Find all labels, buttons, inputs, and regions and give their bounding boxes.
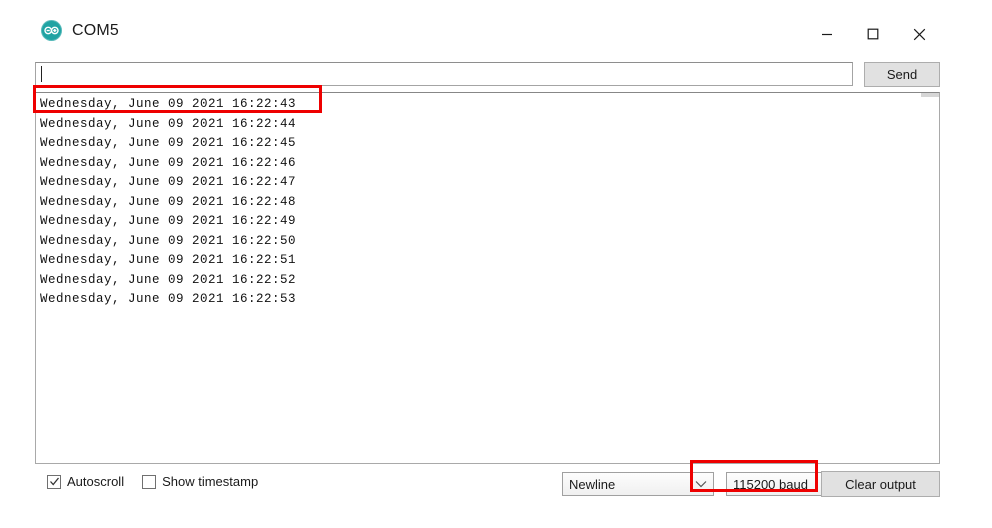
arduino-infinity-icon — [41, 20, 62, 41]
bottom-toolbar: Autoscroll Show timestamp Newline 115200… — [33, 468, 942, 502]
show-timestamp-label: Show timestamp — [162, 474, 259, 489]
chevron-down-icon — [695, 481, 707, 488]
serial-output-line: Wednesday, June 09 2021 16:22:50 — [40, 233, 297, 248]
serial-monitor-window: COM5 Send Wednesday, June 09 2021 16:22:… — [33, 10, 942, 497]
serial-output-line: Wednesday, June 09 2021 16:22:44 — [40, 116, 297, 131]
minimize-button[interactable] — [804, 14, 850, 54]
autoscroll-checkbox[interactable]: Autoscroll — [47, 474, 124, 489]
send-row: Send — [33, 62, 942, 88]
close-icon — [913, 28, 925, 40]
serial-output-lines: Wednesday, June 09 2021 16:22:43 Wednesda… — [36, 93, 939, 463]
show-timestamp-checkbox[interactable]: Show timestamp — [142, 474, 258, 489]
line-ending-value: Newline — [569, 476, 616, 492]
autoscroll-label: Autoscroll — [67, 474, 125, 489]
serial-output-line: Wednesday, June 09 2021 16:22:51 — [40, 253, 297, 267]
serial-output-line: Wednesday, June 09 2021 16:22:53 — [40, 292, 297, 306]
close-button[interactable] — [896, 14, 942, 54]
serial-send-input[interactable] — [35, 62, 853, 86]
checkmark-icon — [49, 477, 59, 486]
serial-output-line: Wednesday, June 09 2021 16:22:47 — [40, 175, 297, 189]
serial-output-line: Wednesday, June 09 2021 16:22:46 — [40, 155, 297, 170]
autoscroll-checkbox-box — [47, 474, 61, 489]
window-title: COM5 — [72, 21, 120, 39]
serial-output-line: Wednesday, June 09 2021 16:22:49 — [40, 214, 297, 228]
serial-output-line: Wednesday, June 09 2021 16:22:43 — [40, 97, 297, 111]
maximize-icon — [867, 28, 879, 40]
text-cursor — [41, 66, 42, 82]
title-bar: COM5 — [33, 10, 942, 58]
serial-output-line: Wednesday, June 09 2021 16:22:48 — [40, 194, 297, 209]
window-controls — [804, 10, 942, 58]
title-bar-left: COM5 — [41, 20, 119, 41]
serial-output-line: Wednesday, June 09 2021 16:22:45 — [40, 136, 297, 150]
checkbox-group: Autoscroll Show timestamp — [47, 474, 258, 489]
send-button[interactable]: Send — [864, 62, 940, 87]
serial-output-panel[interactable]: Wednesday, June 09 2021 16:22:43 Wednesda… — [35, 92, 940, 464]
serial-output-line: Wednesday, June 09 2021 16:22:52 — [40, 272, 297, 287]
line-ending-select[interactable]: Newline — [562, 472, 714, 496]
show-timestamp-checkbox-box — [142, 474, 157, 489]
baud-rate-value: 115200 baud — [733, 476, 808, 492]
minimize-icon — [822, 33, 832, 36]
clear-output-button[interactable]: Clear output — [821, 471, 940, 497]
maximize-button[interactable] — [850, 14, 896, 54]
